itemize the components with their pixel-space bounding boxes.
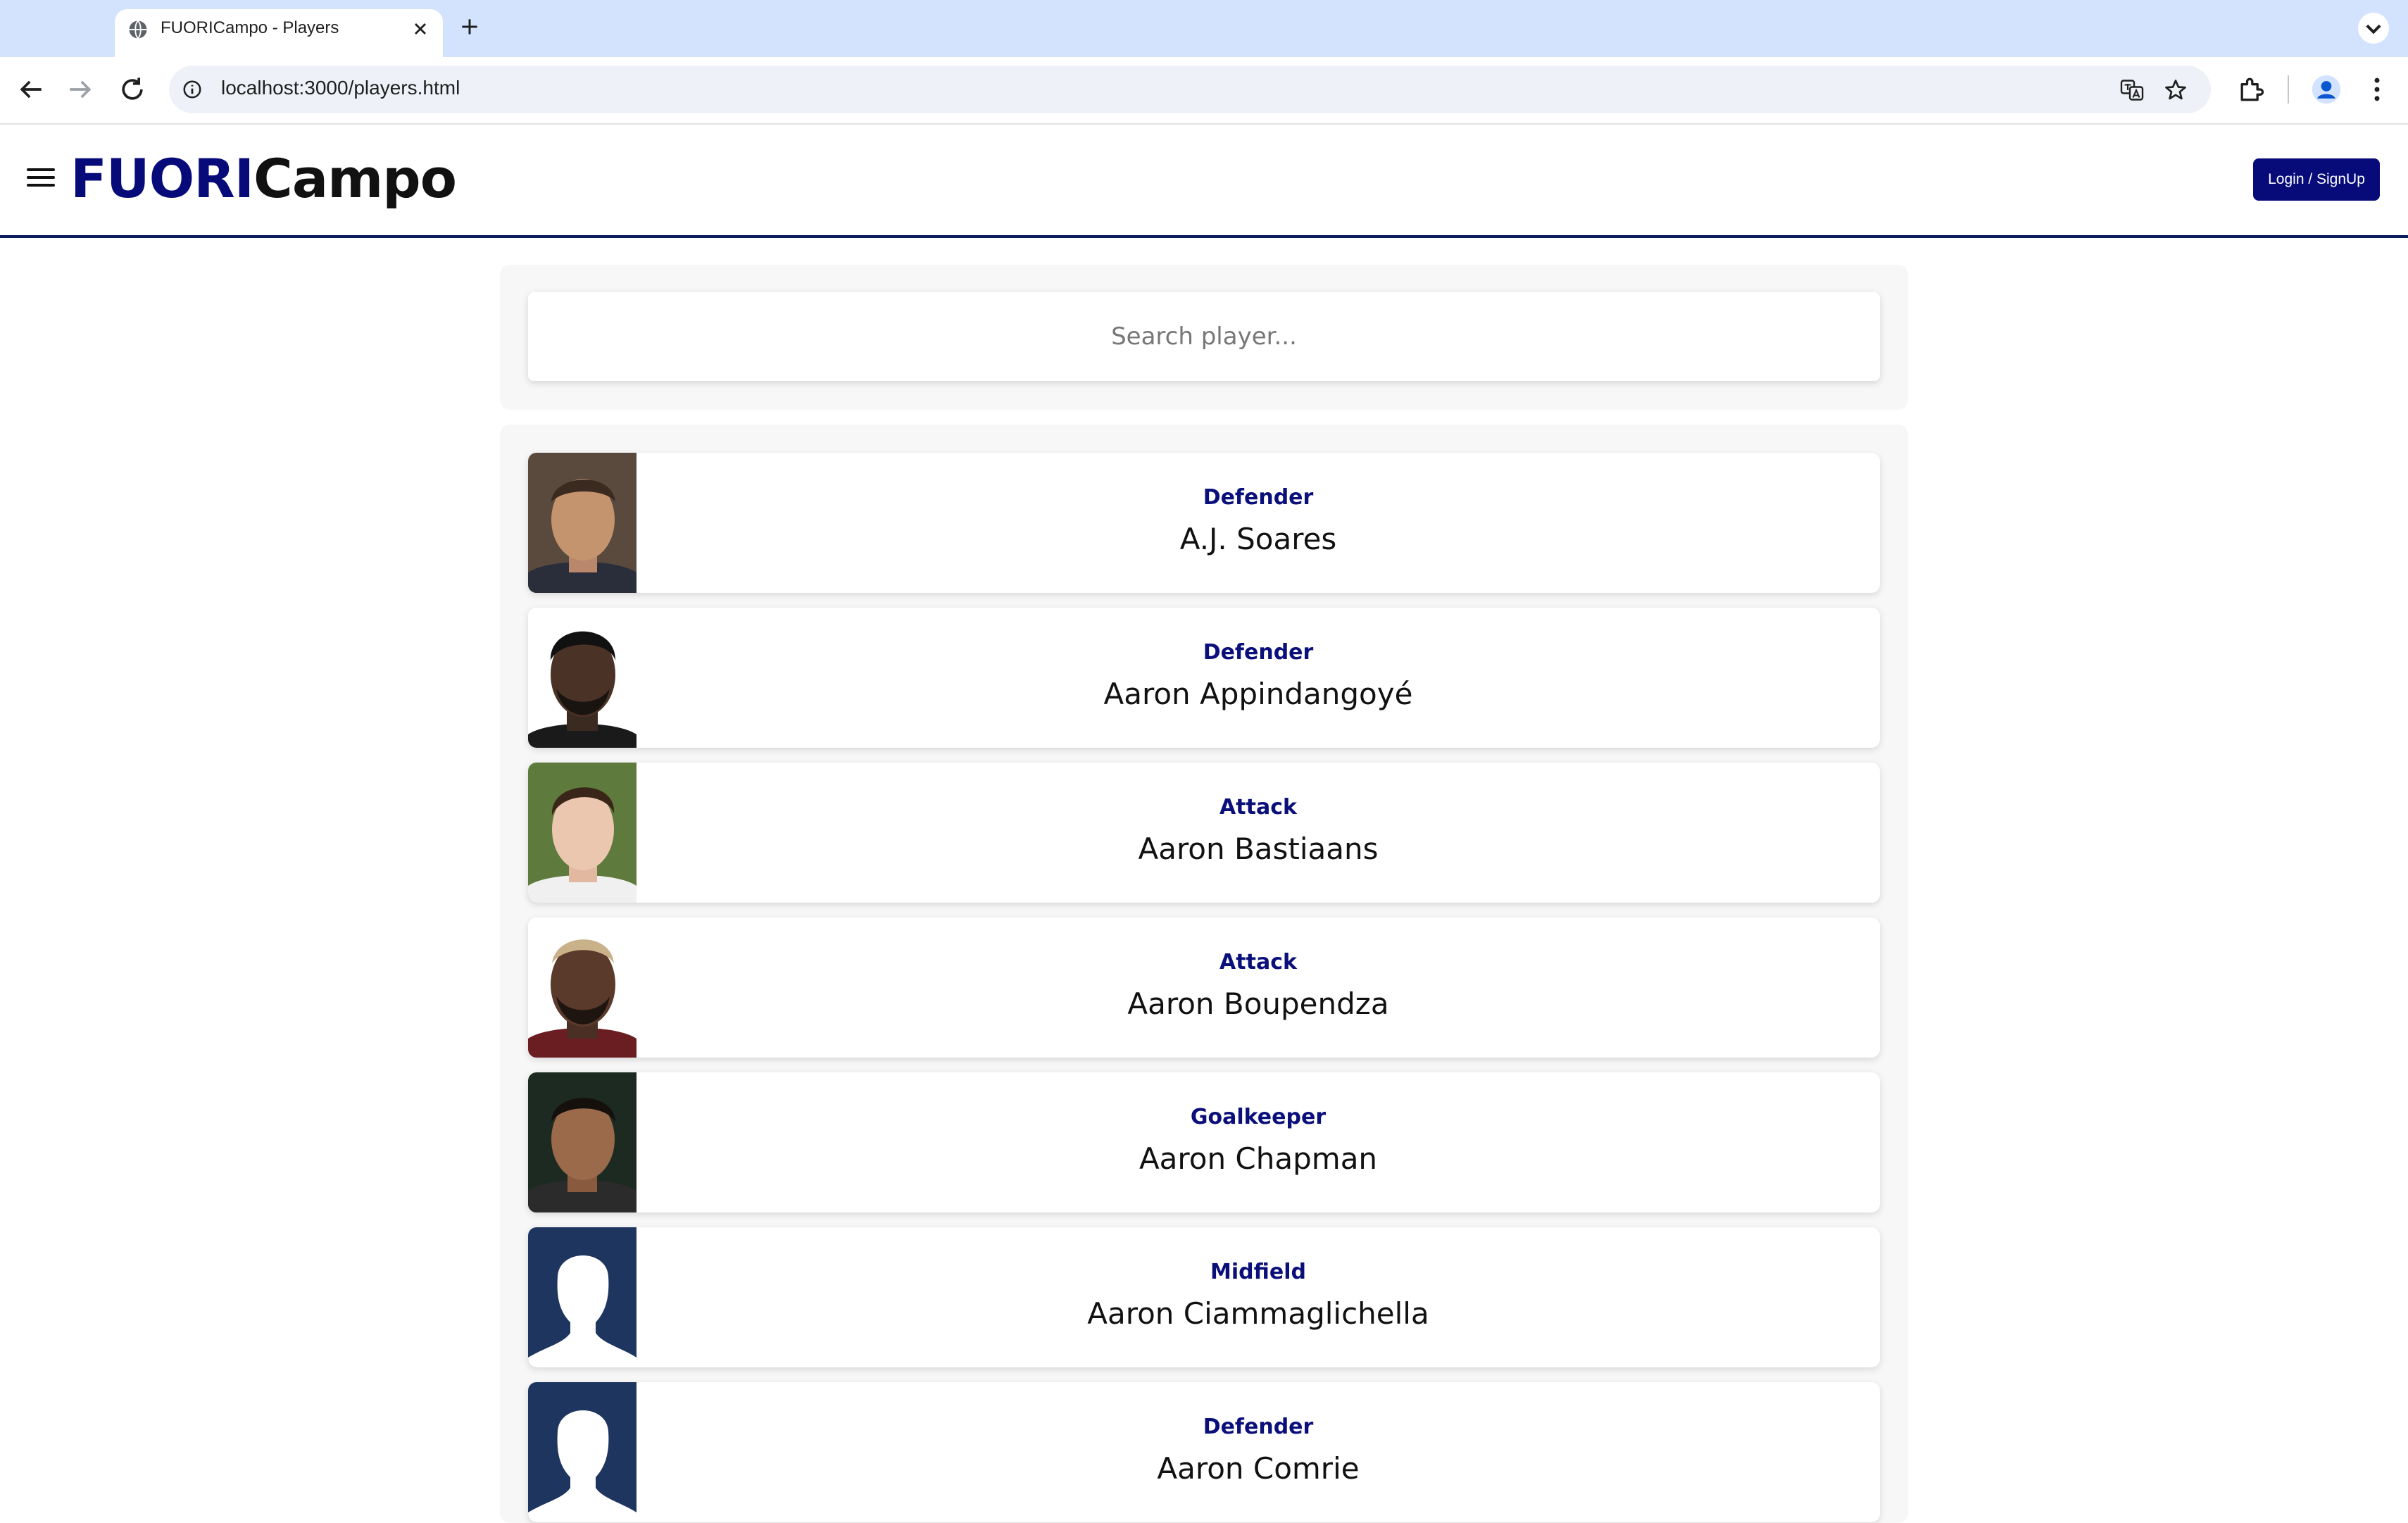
profile-avatar-icon[interactable] xyxy=(2311,74,2342,105)
tab-title: FUORICampo - Players xyxy=(161,18,339,37)
chevron-down-icon xyxy=(2366,24,2381,35)
player-position: Defender xyxy=(1203,1415,1314,1439)
logo-fuori: FUORI xyxy=(70,147,254,210)
bookmark-star-icon[interactable] xyxy=(2163,77,2188,103)
close-tab-icon[interactable] xyxy=(410,19,430,39)
player-position: Defender xyxy=(1203,640,1314,665)
site-info-icon[interactable] xyxy=(182,79,203,100)
player-position: Attack xyxy=(1219,795,1297,820)
kebab-menu-icon[interactable] xyxy=(2362,74,2393,105)
player-name: Aaron Boupendza xyxy=(1127,986,1389,1021)
back-arrow-icon[interactable] xyxy=(15,74,46,105)
reload-icon[interactable] xyxy=(117,74,148,105)
search-panel xyxy=(500,265,1908,410)
player-card[interactable]: Defender Aaron Appindangoyé xyxy=(528,608,1880,748)
player-card[interactable]: Attack Aaron Boupendza xyxy=(528,917,1880,1058)
player-list: Defender A.J. Soares Defender Aaron Appi… xyxy=(500,425,1908,1523)
site-header: FUORICampo Login / SignUp xyxy=(0,125,2408,238)
player-position: Attack xyxy=(1219,950,1297,974)
placeholder-avatar xyxy=(528,1382,637,1522)
player-name: Aaron Bastiaans xyxy=(1138,832,1379,866)
player-name: A.J. Soares xyxy=(1179,522,1337,556)
player-photo xyxy=(528,917,637,1058)
toolbar-separator xyxy=(2288,75,2289,104)
player-photo xyxy=(528,608,637,748)
player-photo xyxy=(528,453,637,593)
url-text[interactable]: localhost:3000/players.html xyxy=(221,77,460,99)
globe-icon xyxy=(129,20,147,39)
player-name: Aaron Chapman xyxy=(1139,1141,1378,1176)
hamburger-menu-icon[interactable] xyxy=(27,168,55,192)
placeholder-avatar xyxy=(528,1227,637,1367)
login-signup-button[interactable]: Login / SignUp xyxy=(2253,158,2380,201)
player-photo xyxy=(528,1072,637,1212)
player-card[interactable]: Attack Aaron Bastiaans xyxy=(528,763,1880,903)
player-position: Goalkeeper xyxy=(1190,1105,1327,1129)
player-card[interactable]: Midfield Aaron Ciammaglichella xyxy=(528,1227,1880,1367)
player-card[interactable]: Goalkeeper Aaron Chapman xyxy=(528,1072,1880,1212)
translate-icon[interactable] xyxy=(2119,77,2145,103)
logo-campo: Campo xyxy=(253,147,457,210)
player-name: Aaron Appindangoyé xyxy=(1103,677,1413,711)
site-logo[interactable]: FUORICampo xyxy=(70,147,457,210)
search-player-input[interactable] xyxy=(528,292,1880,381)
player-position: Midfield xyxy=(1210,1260,1306,1284)
tab-search-button[interactable] xyxy=(2358,13,2389,44)
player-position: Defender xyxy=(1203,485,1314,510)
player-name: Aaron Comrie xyxy=(1157,1451,1360,1486)
player-name: Aaron Ciammaglichella xyxy=(1087,1296,1429,1331)
player-photo xyxy=(528,763,637,903)
address-bar[interactable]: localhost:3000/players.html xyxy=(169,65,2211,113)
player-card[interactable]: Defender Aaron Comrie xyxy=(528,1382,1880,1522)
browser-tabstrip: FUORICampo - Players xyxy=(0,0,2408,57)
extensions-puzzle-icon[interactable] xyxy=(2235,74,2266,105)
player-card[interactable]: Defender A.J. Soares xyxy=(528,453,1880,593)
browser-toolbar: localhost:3000/players.html xyxy=(0,57,2408,125)
browser-tab-active[interactable]: FUORICampo - Players xyxy=(115,9,443,57)
forward-arrow-icon[interactable] xyxy=(65,74,96,105)
new-tab-icon[interactable] xyxy=(458,15,481,38)
